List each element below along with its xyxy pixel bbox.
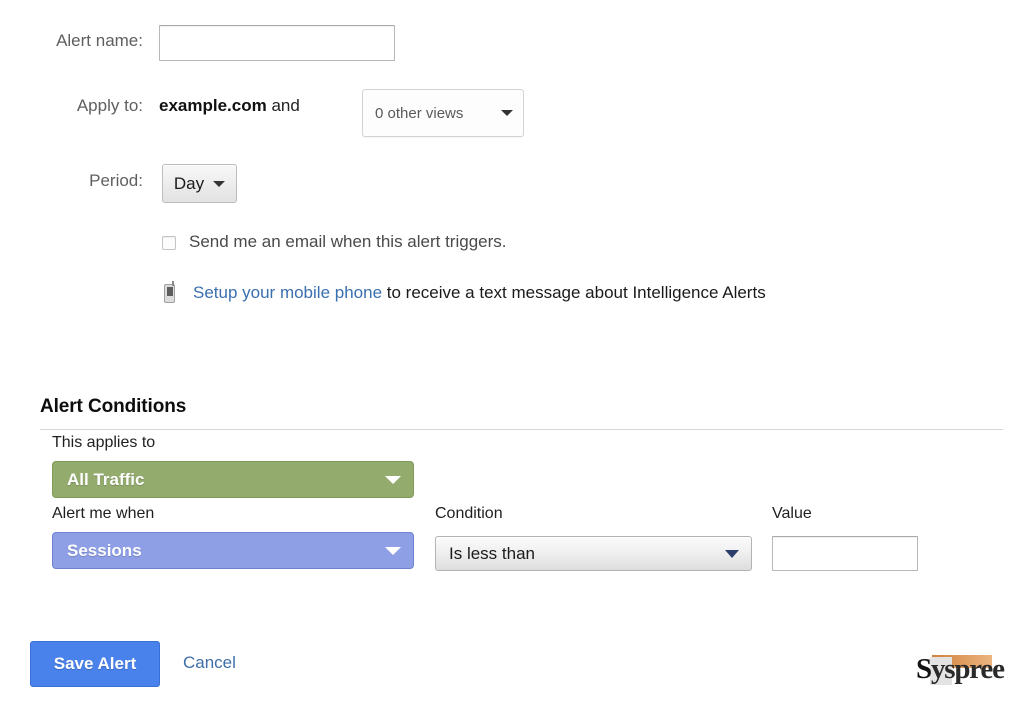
chevron-down-icon: [385, 475, 401, 484]
logo-text-b: yspree: [930, 653, 1005, 685]
checkbox-box[interactable]: [162, 236, 176, 250]
applies-to-dropdown[interactable]: All Traffic: [52, 461, 414, 498]
syspree-logo: Syspree: [916, 651, 1008, 687]
period-dropdown-label: Day: [173, 173, 205, 193]
other-views-dropdown-label: 0 other views: [375, 104, 464, 122]
setup-mobile-phone-link[interactable]: Setup your mobile phone: [193, 283, 382, 302]
period-label: Period:: [89, 171, 143, 190]
property-name: example.com: [159, 96, 267, 115]
chevron-down-icon: [213, 180, 226, 187]
applies-to-dropdown-label: All Traffic: [67, 469, 145, 489]
value-input[interactable]: [772, 536, 918, 571]
alert-me-when-dropdown[interactable]: Sessions: [52, 532, 414, 569]
sms-notify-line: Setup your mobile phone to receive a tex…: [193, 283, 766, 303]
alert-name-input[interactable]: [159, 25, 395, 61]
section-divider: [40, 429, 1003, 430]
condition-dropdown-label: Is less than: [449, 543, 535, 563]
save-alert-button[interactable]: Save Alert: [30, 641, 160, 687]
period-dropdown[interactable]: Day: [162, 164, 237, 203]
mobile-phone-icon: [164, 281, 175, 303]
value-label: Value: [772, 505, 812, 522]
alert-me-when-dropdown-label: Sessions: [67, 540, 142, 560]
apply-to-site-line: example.com and: [159, 96, 300, 116]
alert-name-label: Alert name:: [56, 31, 143, 50]
cancel-button[interactable]: Cancel: [183, 653, 236, 673]
alert-conditions-title: Alert Conditions: [40, 396, 187, 417]
apply-to-conjunction: and: [271, 96, 300, 115]
apply-to-label: Apply to:: [76, 96, 143, 115]
logo-wordmark: Syspree: [916, 653, 1005, 685]
save-alert-button-label: Save Alert: [53, 654, 137, 673]
condition-dropdown[interactable]: Is less than: [435, 536, 752, 571]
alert-me-when-label: Alert me when: [52, 505, 155, 522]
logo-text-a: S: [916, 653, 932, 685]
chevron-down-icon: [385, 546, 401, 555]
email-notify-checkbox[interactable]: [162, 236, 176, 250]
condition-label: Condition: [435, 505, 503, 522]
chevron-down-icon: [501, 110, 513, 116]
email-notify-label: Send me an email when this alert trigger…: [189, 232, 507, 251]
other-views-dropdown[interactable]: 0 other views: [362, 89, 524, 137]
chevron-down-icon: [725, 549, 739, 558]
sms-notify-rest: to receive a text message about Intellig…: [382, 283, 766, 302]
applies-to-label: This applies to: [52, 434, 156, 451]
